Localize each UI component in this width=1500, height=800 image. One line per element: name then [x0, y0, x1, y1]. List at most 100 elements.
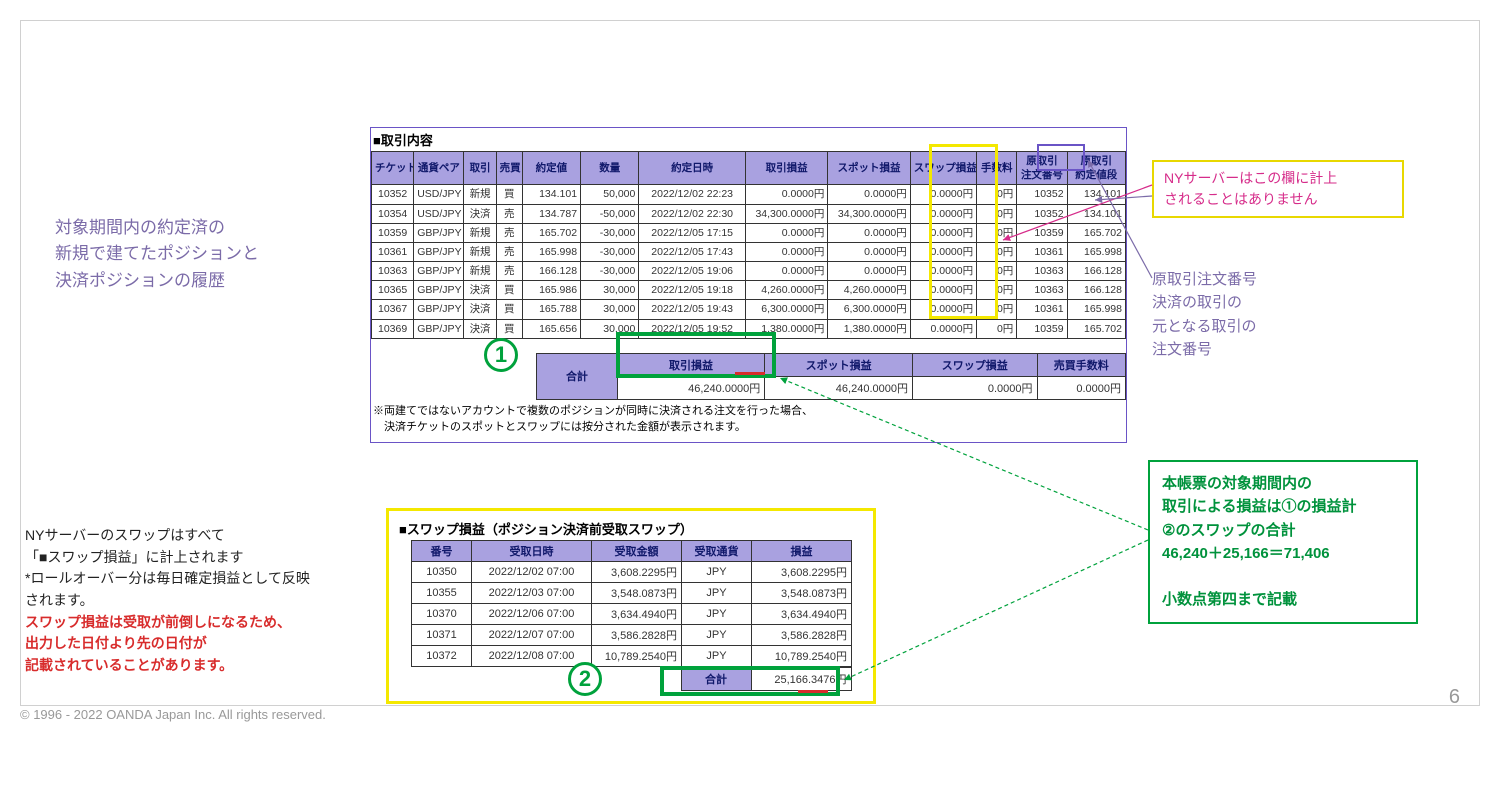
cell: 165.702: [1067, 319, 1125, 338]
section-title-transaction: ■取引内容: [371, 128, 1126, 151]
cell: 3,608.2295円: [752, 562, 852, 583]
col-header: スポット損益: [828, 152, 910, 185]
col-header: 約定値: [522, 152, 580, 185]
cell: 2022/12/02 07:00: [472, 562, 592, 583]
cell: 売: [496, 223, 522, 242]
cell: 決済: [464, 300, 496, 319]
callout-orig-order: 原取引注文番号 決済の取引の 元となる取引の 注文番号: [1152, 268, 1404, 361]
cell: 3,586.2828円: [592, 625, 682, 646]
swap-panel: ■スワップ損益（ポジション決済前受取スワップ） 番号受取日時受取金額受取通貨損益…: [386, 508, 876, 704]
section-title-swap: ■スワップ損益（ポジション決済前受取スワップ）: [397, 517, 865, 540]
cell: 売: [496, 242, 522, 261]
cell: 買: [496, 185, 522, 204]
sum-h2: スポット損益: [765, 353, 913, 376]
swap-table: 番号受取日時受取金額受取通貨損益 103502022/12/02 07:003,…: [411, 540, 852, 667]
text: ※両建てではないアカウントで複数のポジションが同時に決済される注文を行った場合、: [373, 405, 813, 417]
cell: 165.702: [1067, 223, 1125, 242]
cell: 0.0000円: [745, 262, 827, 281]
col-header: 原取引注文番号: [1017, 152, 1067, 185]
cell: 3,586.2828円: [752, 625, 852, 646]
col-header: スワップ損益: [910, 152, 976, 185]
cell: 0.0000円: [910, 204, 976, 223]
cell: 10359: [1017, 223, 1067, 242]
page-number: 6: [1449, 686, 1460, 709]
col-header: 番号: [412, 541, 472, 562]
cell: 2022/12/05 17:15: [639, 223, 746, 242]
cell: 10350: [412, 562, 472, 583]
cell: 0円: [977, 262, 1017, 281]
cell: 0.0000円: [910, 185, 976, 204]
cell: 10355: [412, 583, 472, 604]
cell: 0.0000円: [910, 281, 976, 300]
text: 新規で建てたポジションと: [55, 244, 259, 263]
cell: 10359: [1017, 319, 1067, 338]
cell: 0.0000円: [745, 223, 827, 242]
sum-h3: スワップ損益: [912, 353, 1037, 376]
cell: 3,548.0873円: [752, 583, 852, 604]
text: *ロールオーバー分は毎日確定損益として反映: [25, 570, 310, 586]
cell: 0.0000円: [910, 319, 976, 338]
cell: USD/JPY: [414, 185, 464, 204]
text: 決済の取引の: [1152, 294, 1242, 311]
col-header: 通貨ペア: [414, 152, 464, 185]
cell: 10365: [372, 281, 414, 300]
cell: 0.0000円: [745, 242, 827, 261]
cell: 2022/12/07 07:00: [472, 625, 592, 646]
col-header: チケット番号: [372, 152, 414, 185]
cell: 30,000: [581, 281, 639, 300]
col-header: 手数料: [977, 152, 1017, 185]
sum-v3: 0.0000円: [912, 376, 1037, 399]
cell: 0円: [977, 319, 1017, 338]
cell: 10361: [372, 242, 414, 261]
cell: JPY: [682, 604, 752, 625]
cell: 10372: [412, 646, 472, 667]
swap-total-val: 25,166.3476円: [751, 668, 851, 691]
cell: 165.998: [522, 242, 580, 261]
text: 注文番号: [1152, 341, 1212, 358]
cell: -30,000: [581, 242, 639, 261]
cell: 10352: [372, 185, 414, 204]
sum-goukei: 合計: [537, 353, 617, 399]
cell: 0.0000円: [828, 242, 910, 261]
cell: 165.656: [522, 319, 580, 338]
text: されることはありません: [1164, 191, 1318, 207]
cell: 新規: [464, 185, 496, 204]
cell: 10361: [1017, 300, 1067, 319]
text: 決済ポジションの履歴: [55, 271, 225, 290]
table-row: 103502022/12/02 07:003,608.2295円JPY3,608…: [412, 562, 852, 583]
cell: 3,548.0873円: [592, 583, 682, 604]
table-row: 10354USD/JPY決済売134.787-50,0002022/12/02 …: [372, 204, 1126, 223]
sum-v4: 0.0000円: [1037, 376, 1125, 399]
cell: 2022/12/05 19:52: [639, 319, 746, 338]
cell: 165.986: [522, 281, 580, 300]
report-panel: ■取引内容 チケット番号通貨ペア取引売買約定値数量約定日時取引損益スポット損益ス…: [370, 127, 1127, 443]
text: 小数点第四まで記載: [1162, 591, 1297, 608]
text: 原取引注文番号: [1152, 271, 1257, 288]
text: 元となる取引の: [1152, 318, 1257, 335]
text: 決済チケットのスポットとスワップには按分された金額が表示されます。: [373, 421, 746, 433]
cell: 0.0000円: [828, 223, 910, 242]
text: NYサーバーのスワップはすべて: [25, 527, 225, 543]
cell: 134.101: [1067, 204, 1125, 223]
cell: 2022/12/03 07:00: [472, 583, 592, 604]
cell: 新規: [464, 262, 496, 281]
cell: 0円: [977, 300, 1017, 319]
col-header: 売買: [496, 152, 522, 185]
table-row: 103722022/12/08 07:0010,789.2540円JPY10,7…: [412, 646, 852, 667]
col-header: 数量: [581, 152, 639, 185]
cell: 2022/12/02 22:23: [639, 185, 746, 204]
table-row: 10367GBP/JPY決済買165.78830,0002022/12/05 1…: [372, 300, 1126, 319]
cell: 134.101: [522, 185, 580, 204]
col-header: 約定日時: [639, 152, 746, 185]
cell: 10359: [372, 223, 414, 242]
cell: GBP/JPY: [414, 262, 464, 281]
cell: USD/JPY: [414, 204, 464, 223]
table-row: 10352USD/JPY新規買134.10150,0002022/12/02 2…: [372, 185, 1126, 204]
cell: 0.0000円: [910, 300, 976, 319]
cell: 10363: [372, 262, 414, 281]
cell: -30,000: [581, 223, 639, 242]
cell: 6,300.0000円: [745, 300, 827, 319]
cell: 165.998: [1067, 242, 1125, 261]
cell: 0.0000円: [910, 223, 976, 242]
cell: 10352: [1017, 185, 1067, 204]
